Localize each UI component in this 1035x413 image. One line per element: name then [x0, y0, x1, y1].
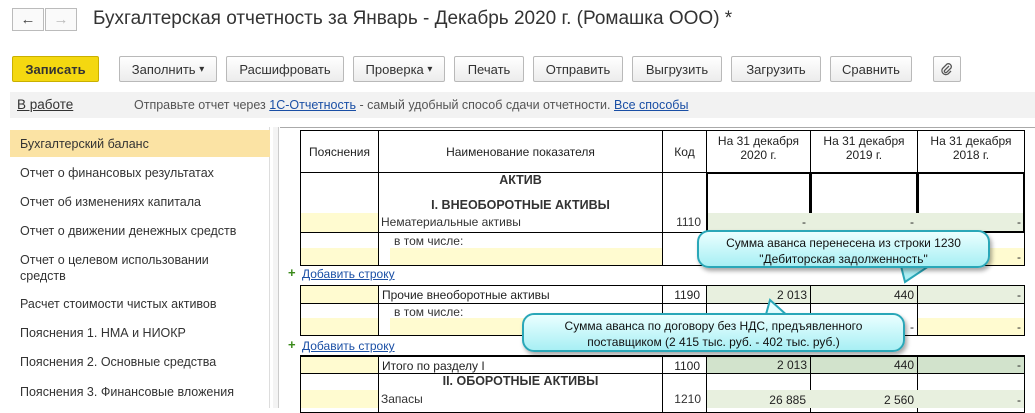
row-code: 1190: [662, 285, 707, 304]
callout-transferred: Сумма аванса перенесена из строки 1230 "…: [697, 230, 990, 268]
value-2020[interactable]: 26 885: [706, 393, 808, 407]
notes-input[interactable]: [300, 355, 379, 374]
notes-input[interactable]: [301, 248, 378, 265]
value-2019[interactable]: 2 560: [810, 393, 916, 407]
section-2-title: II. ОБОРОТНЫЕ АКТИВЫ: [442, 374, 599, 388]
value-2020: 2 013: [706, 355, 811, 374]
status-state-link[interactable]: В работе: [17, 97, 73, 112]
status-bar: В работе Отправьте отчет через 1С-Отчетн…: [10, 92, 1035, 118]
notes-input[interactable]: [301, 390, 378, 408]
window-title: Бухгалтерская отчетность за Январь - Дек…: [93, 8, 733, 29]
value-2018[interactable]: -: [917, 393, 1023, 407]
notes-input[interactable]: [301, 213, 378, 232]
section-aktiv: АКТИВ: [499, 173, 542, 187]
fill-label: Заполнить: [131, 61, 196, 77]
row-code: 1110: [676, 215, 701, 229]
value-2018[interactable]: -: [917, 215, 1023, 229]
row-name: Прочие внеоборотные активы: [378, 285, 663, 304]
name-input[interactable]: [390, 248, 662, 265]
sidebar-item-cashflow[interactable]: Отчет о движении денежных средств: [10, 218, 270, 243]
print-button[interactable]: Печать: [454, 56, 524, 82]
including-label: в том числе:: [394, 234, 464, 248]
back-button[interactable]: ←: [12, 8, 44, 31]
compare-button[interactable]: Сравнить: [830, 56, 912, 82]
arrow-right-icon: →: [53, 11, 69, 28]
notes-input[interactable]: [301, 318, 378, 335]
sidebar-item-balance[interactable]: Бухгалтерский баланс: [10, 130, 270, 157]
notes-input[interactable]: [300, 285, 379, 304]
save-button[interactable]: Записать: [12, 56, 99, 82]
header-code: Код: [662, 130, 707, 173]
sidebar-item-fin-results[interactable]: Отчет о финансовых результатах: [10, 160, 270, 185]
send-button[interactable]: Отправить: [533, 56, 623, 82]
arrow-left-icon: ←: [20, 11, 36, 28]
header-2020: На 31 декабря 2020 г.: [706, 130, 811, 173]
header-2018: На 31 декабря 2018 г.: [917, 130, 1025, 173]
header-name: Наименование показателя: [378, 130, 663, 173]
row-name: Итого по разделу I: [378, 355, 663, 374]
value-2018[interactable]: -: [917, 285, 1025, 304]
unload-button[interactable]: Выгрузить: [632, 56, 722, 82]
all-methods-link[interactable]: Все способы: [614, 98, 688, 112]
load-button[interactable]: Загрузить: [731, 56, 821, 82]
check-label: Проверка: [365, 61, 424, 77]
check-button[interactable]: Проверка ▾: [353, 56, 445, 82]
attach-button[interactable]: [933, 56, 961, 82]
value-2019[interactable]: 440: [810, 285, 918, 304]
forward-button[interactable]: →: [45, 8, 77, 31]
row-code: 1210: [674, 392, 701, 406]
status-message: Отправьте отчет через 1С-Отчетность - са…: [134, 98, 688, 112]
plus-icon: +: [288, 265, 296, 280]
row-code: 1100: [662, 355, 707, 374]
otchetnost-link[interactable]: 1С-Отчетность: [269, 98, 356, 112]
sidebar-item-nma[interactable]: Пояснения 1. НМА и НИОКР: [10, 320, 270, 345]
plus-icon: +: [288, 337, 296, 352]
divider: [280, 127, 1035, 128]
sidebar-item-fin-invest[interactable]: Пояснения 3. Финансовые вложения: [10, 379, 270, 404]
status-text-after: - самый удобный способ сдачи отчетности.: [355, 98, 614, 112]
header-notes: Пояснения: [300, 130, 379, 173]
paperclip-icon: [941, 63, 952, 76]
sidebar-item-net-assets[interactable]: Расчет стоимости чистых активов: [10, 291, 270, 316]
value-2019[interactable]: -: [810, 215, 916, 229]
sidebar-item-os[interactable]: Пояснения 2. Основные средства: [10, 349, 270, 374]
value-2018: -: [917, 355, 1025, 374]
add-row-link[interactable]: Добавить строку: [302, 339, 395, 353]
row-name: Нематериальные активы: [381, 215, 521, 229]
header-2019: На 31 декабря 2019 г.: [810, 130, 918, 173]
callout-advance: Сумма аванса по договору без НДС, предъя…: [522, 313, 905, 352]
chevron-down-icon: ▾: [427, 63, 433, 75]
sidebar-item-target-use[interactable]: Отчет о целевом использовании средств: [10, 250, 240, 286]
add-row-link[interactable]: Добавить строку: [302, 267, 395, 281]
status-text: Отправьте отчет через: [134, 98, 270, 112]
decode-button[interactable]: Расшифровать: [226, 56, 344, 82]
sidebar-item-capital[interactable]: Отчет об изменениях капитала: [10, 189, 270, 214]
splitter[interactable]: [273, 127, 279, 408]
fill-button[interactable]: Заполнить ▾: [119, 56, 217, 82]
row-name: Запасы: [381, 392, 423, 406]
value-2019: 440: [810, 355, 918, 374]
chevron-down-icon: ▾: [199, 63, 205, 75]
including-label: в том числе:: [394, 305, 464, 319]
section-1-title: I. ВНЕОБОРОТНЫЕ АКТИВЫ: [431, 198, 610, 212]
value-2020[interactable]: -: [706, 215, 808, 229]
value-2018[interactable]: -: [917, 320, 1023, 334]
